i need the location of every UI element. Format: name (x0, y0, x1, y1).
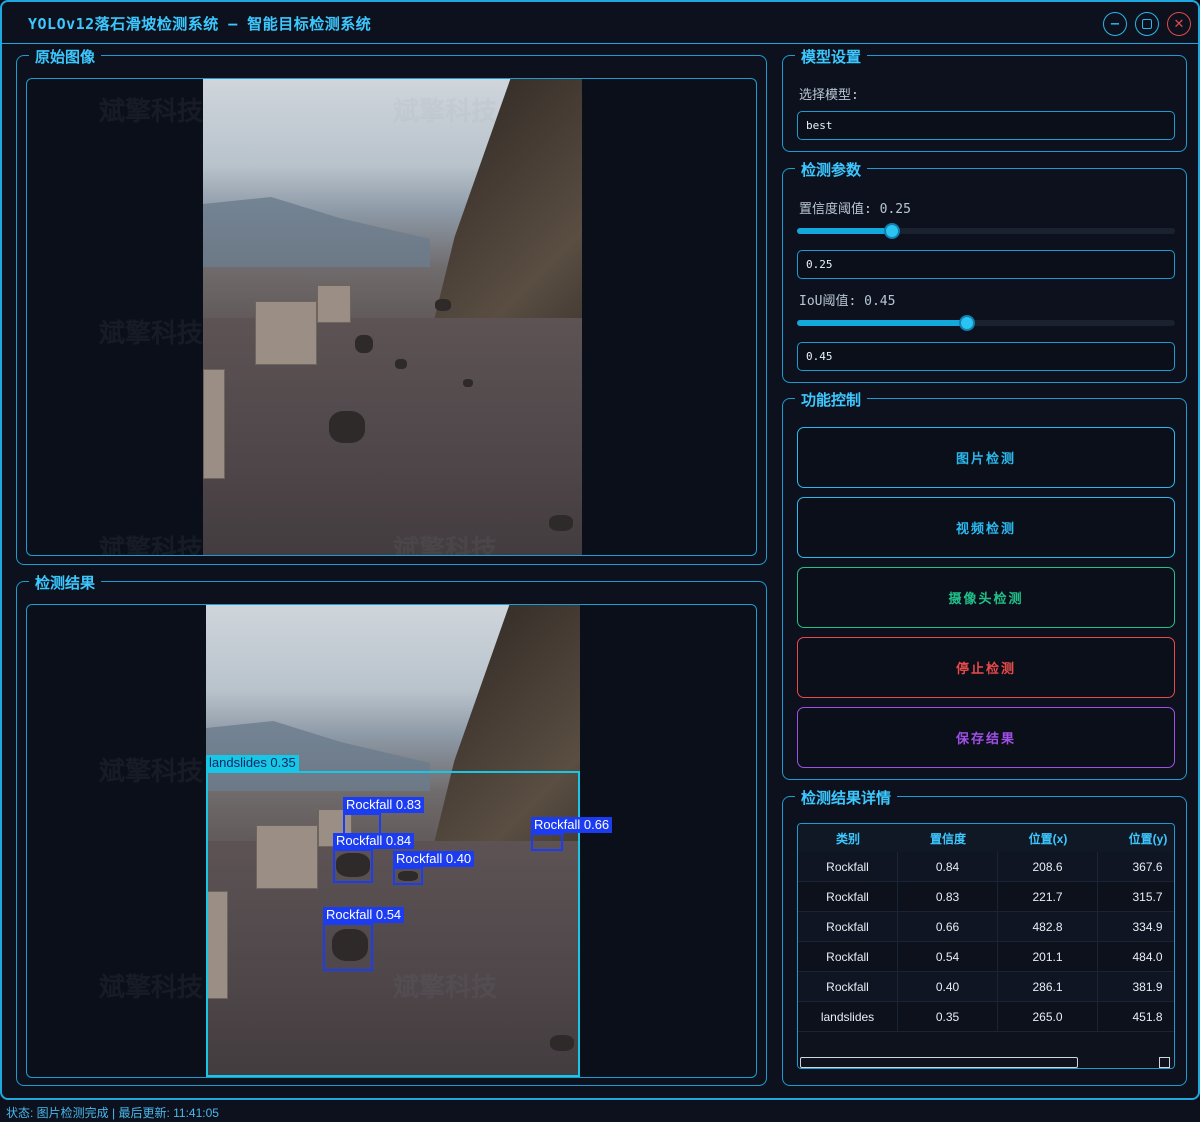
image-detect-button[interactable]: 图片检测 (797, 427, 1175, 488)
stop-detect-button[interactable]: 停止检测 (797, 637, 1175, 698)
function-control-panel: 功能控制 图片检测 视频检测 摄像头检测 停止检测 保存结果 (782, 389, 1187, 780)
column-header[interactable]: 置信度 (898, 824, 998, 852)
detection-params-panel: 检测参数 置信度阈值: 0.25 0.25 IoU阈值: 0.45 0.45 (782, 159, 1187, 383)
table-cell: 0.84 (898, 852, 998, 882)
detection-box: Rockfall 0.54 (323, 907, 405, 971)
watermark: 斌擎科技 (99, 97, 204, 127)
detection-details-title: 检测结果详情 (795, 787, 898, 808)
window-title: YOLOv12落石滑坡检测系统 – 智能目标检测系统 (28, 15, 372, 33)
column-header[interactable]: 位置(x) (998, 824, 1098, 852)
table-cell: 286.1 (998, 972, 1098, 1002)
watermark: 斌擎科技 (99, 757, 204, 787)
scrollbar-thumb[interactable] (800, 1057, 1078, 1068)
original-image (203, 79, 582, 555)
confidence-slider-handle[interactable] (883, 223, 900, 239)
table-cell: 201.1 (998, 942, 1098, 972)
table-cell: 482.8 (998, 912, 1098, 942)
column-header[interactable]: 类别 (798, 824, 898, 852)
detection-result-title: 检测结果 (29, 572, 102, 593)
table-cell: 451.8 (1098, 1002, 1174, 1032)
table-cell: 484.0 (1098, 942, 1174, 972)
table-cell: 208.6 (998, 852, 1098, 882)
select-model-label: 选择模型: (799, 88, 859, 103)
iou-slider-fill (797, 320, 968, 326)
table-cell: Rockfall (798, 912, 898, 942)
detection-table[interactable]: 类别 置信度 位置(x) 位置(y) Rockfall 0.84 208.6 367.… (797, 823, 1175, 1069)
table-cell: Rockfall (798, 882, 898, 912)
table-cell: 0.54 (898, 942, 998, 972)
detection-result-panel: 检测结果 landslides 0.35 Rockfall 0.83 Rockf… (16, 572, 767, 1086)
confidence-threshold-label: 置信度阈值: 0.25 (799, 202, 911, 217)
model-settings-title: 模型设置 (795, 46, 868, 67)
iou-slider[interactable] (797, 315, 1175, 331)
table-cell: Rockfall (798, 942, 898, 972)
close-icon: ✕ (1173, 16, 1185, 32)
camera-detect-button[interactable]: 摄像头检测 (797, 567, 1175, 628)
table-cell: 315.7 (1098, 882, 1174, 912)
table-cell: 381.9 (1098, 972, 1174, 1002)
detection-label: Rockfall 0.40 (393, 851, 475, 867)
detection-box: Rockfall 0.84 (333, 833, 415, 883)
iou-threshold-label: IoU阈值: 0.45 (799, 294, 896, 309)
detection-details-panel: 检测结果详情 类别 置信度 位置(x) 位置(y) Rockfall 0.84 20… (782, 787, 1187, 1086)
title-bar[interactable]: YOLOv12落石滑坡检测系统 – 智能目标检测系统 − ✕ (2, 2, 1198, 44)
detection-label: Rockfall 0.83 (343, 797, 425, 813)
table-cell: 0.35 (898, 1002, 998, 1032)
maximize-icon (1142, 19, 1152, 29)
app-window: YOLOv12落石滑坡检测系统 – 智能目标检测系统 − ✕ 原始图像 斌擎科技 (0, 0, 1200, 1100)
table-row[interactable]: landslides 0.35 265.0 451.8 (798, 1002, 1174, 1032)
watermark: 斌擎科技 (99, 535, 204, 556)
model-settings-panel: 模型设置 选择模型: best (782, 46, 1187, 152)
table-row[interactable]: Rockfall 0.54 201.1 484.0 (798, 942, 1174, 972)
table-cell: landslides (798, 1002, 898, 1032)
minimize-button[interactable]: − (1103, 12, 1127, 36)
column-header[interactable]: 位置(y) (1098, 824, 1174, 852)
confidence-slider-fill (797, 228, 892, 234)
save-result-button[interactable]: 保存结果 (797, 707, 1175, 768)
iou-input[interactable]: 0.45 (797, 342, 1175, 371)
detection-label: landslides 0.35 (206, 755, 299, 771)
detection-label: Rockfall 0.66 (531, 817, 613, 833)
function-control-title: 功能控制 (795, 389, 868, 410)
model-select[interactable]: best (797, 111, 1175, 140)
watermark: 斌擎科技 (99, 973, 204, 1003)
original-image-frame: 斌擎科技 斌擎科技 斌擎科技 斌擎科技 斌擎科技 (26, 78, 757, 556)
table-cell: Rockfall (798, 852, 898, 882)
table-cell: Rockfall (798, 972, 898, 1002)
detection-params-title: 检测参数 (795, 159, 868, 180)
detection-label: Rockfall 0.54 (323, 907, 405, 923)
video-detect-button[interactable]: 视频检测 (797, 497, 1175, 558)
status-bar: 状态: 图片检测完成 | 最后更新: 11:41:05 (0, 1101, 1200, 1122)
detection-box: Rockfall 0.40 (393, 851, 475, 885)
detection-box: Rockfall 0.66 (531, 817, 613, 851)
table-row[interactable]: Rockfall 0.40 286.1 381.9 (798, 972, 1174, 1002)
table-row[interactable]: Rockfall 0.84 208.6 367.6 (798, 852, 1174, 882)
table-cell: 0.83 (898, 882, 998, 912)
table-cell: 0.66 (898, 912, 998, 942)
watermark: 斌擎科技 (99, 319, 204, 349)
table-cell: 221.7 (998, 882, 1098, 912)
table-cell: 334.9 (1098, 912, 1174, 942)
detection-result-frame: landslides 0.35 Rockfall 0.83 Rockfall 0… (26, 604, 757, 1078)
table-header: 类别 置信度 位置(x) 位置(y) (798, 824, 1174, 852)
close-button[interactable]: ✕ (1167, 12, 1191, 36)
table-cell: 0.40 (898, 972, 998, 1002)
confidence-input[interactable]: 0.25 (797, 250, 1175, 279)
original-image-panel: 原始图像 斌擎科技 斌擎科技 斌擎科技 斌擎科技 斌擎科技 (16, 46, 767, 565)
detection-label: Rockfall 0.84 (333, 833, 415, 849)
table-cell: 367.6 (1098, 852, 1174, 882)
table-row[interactable]: Rockfall 0.83 221.7 315.7 (798, 882, 1174, 912)
scroll-right-button[interactable] (1159, 1057, 1170, 1068)
detection-box: landslides 0.35 (206, 755, 580, 1077)
original-image-title: 原始图像 (29, 46, 102, 67)
maximize-button[interactable] (1135, 12, 1159, 36)
table-row[interactable]: Rockfall 0.66 482.8 334.9 (798, 912, 1174, 942)
minimize-icon: − (1109, 16, 1121, 32)
iou-slider-handle[interactable] (959, 315, 976, 331)
table-cell: 265.0 (998, 1002, 1098, 1032)
horizontal-scrollbar[interactable] (798, 1056, 1174, 1068)
confidence-slider[interactable] (797, 223, 1175, 239)
